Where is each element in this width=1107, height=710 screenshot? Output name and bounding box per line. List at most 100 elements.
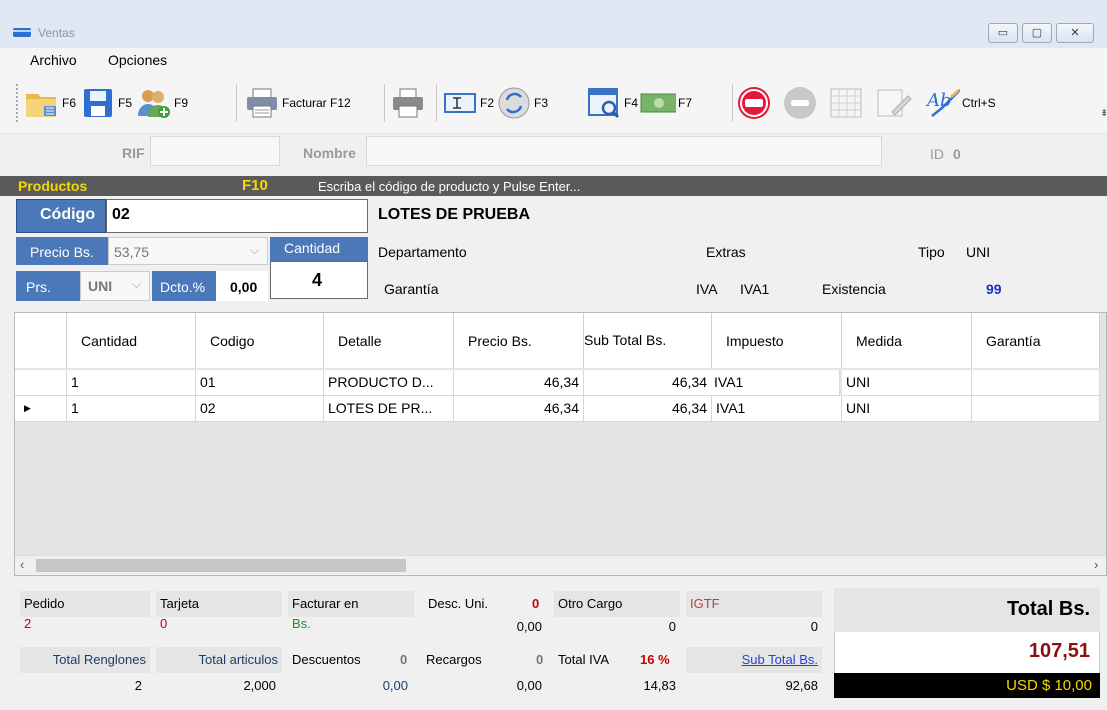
svg-text:Ab: Ab <box>925 90 952 111</box>
prs-label: Prs. <box>26 279 51 295</box>
table-cell[interactable]: IVA1 <box>710 370 840 396</box>
table-cell[interactable]: PRODUCTO D... <box>324 370 454 396</box>
col-precio[interactable]: Precio Bs. <box>454 313 584 368</box>
text-field-icon <box>442 85 478 121</box>
remove-red-icon <box>736 85 772 121</box>
table-cell[interactable]: 46,34 <box>584 396 712 422</box>
col-codigo[interactable]: Codigo <box>196 313 324 368</box>
open-button[interactable]: F6 <box>24 84 76 122</box>
table-cell[interactable]: 46,34 <box>454 396 584 422</box>
table-cell[interactable]: 46,34 <box>454 370 584 396</box>
floppy-disk-icon <box>80 85 116 121</box>
subtotal-link[interactable]: Sub Total Bs. <box>686 647 822 673</box>
descuentos-count: 0 <box>400 652 408 667</box>
id-value: 0 <box>953 146 961 162</box>
close-button[interactable]: ✕ <box>1056 23 1094 43</box>
nombre-label: Nombre <box>303 145 356 161</box>
table-cell[interactable]: 02 <box>196 396 324 422</box>
table-cell[interactable] <box>972 370 1100 396</box>
app-icon <box>12 25 32 39</box>
tipo-label: Tipo <box>918 244 945 260</box>
row-header-corner <box>15 313 67 368</box>
table-cell[interactable]: 01 <box>196 370 324 396</box>
chevron-down-icon[interactable]: ⌵ <box>132 277 141 292</box>
table-cell[interactable]: UNI <box>842 396 972 422</box>
subtotal-value: 92,68 <box>785 678 818 693</box>
col-detalle[interactable]: Detalle <box>324 313 454 368</box>
col-garantia[interactable]: Garantía <box>972 313 1100 368</box>
facturar-en-value: Bs. <box>292 616 311 631</box>
total-renglones-label: Total Renglones <box>20 647 150 673</box>
scrollbar-thumb[interactable] <box>36 559 406 572</box>
facturar-button[interactable]: Facturar F12 <box>244 84 351 122</box>
row-selector[interactable] <box>15 370 67 396</box>
remove-disabled-button[interactable] <box>782 84 818 122</box>
toolbar-separator <box>384 84 385 122</box>
col-impuesto[interactable]: Impuesto <box>712 313 842 368</box>
printer-icon <box>390 85 426 121</box>
nombre-input[interactable] <box>366 136 882 166</box>
recargos-label: Recargos <box>426 652 482 667</box>
add-client-button[interactable]: F9 <box>136 84 188 122</box>
table-cell[interactable]: LOTES DE PR... <box>324 396 454 422</box>
remove-grey-icon <box>782 85 818 121</box>
add-users-icon <box>136 85 172 121</box>
toolbar-overflow-icon[interactable]: ⇟ <box>1100 108 1107 119</box>
window-title: Ventas <box>38 26 75 40</box>
rif-input[interactable] <box>150 136 280 166</box>
menu-opciones[interactable]: Opciones <box>108 52 167 68</box>
extras-label: Extras <box>706 244 746 260</box>
descuentos-label: Descuentos <box>292 652 361 667</box>
grid-button[interactable] <box>828 84 864 122</box>
refresh-button[interactable]: F3 <box>496 84 548 122</box>
chevron-down-icon[interactable]: ⌵ <box>250 243 259 258</box>
productos-label: Productos <box>18 178 88 194</box>
cash-button[interactable]: F7 <box>640 84 692 122</box>
id-label: ID <box>930 146 944 162</box>
folder-icon <box>24 85 60 121</box>
existencia-value: 99 <box>986 281 1002 297</box>
codigo-input[interactable]: 02 <box>112 206 130 224</box>
print-button[interactable] <box>390 84 426 122</box>
igtf-value: 0 <box>810 619 818 634</box>
edit-disabled-button[interactable] <box>876 84 912 122</box>
col-cantidad[interactable]: Cantidad <box>67 313 196 368</box>
productos-hotkey: F10 <box>242 177 268 194</box>
toolbar-grip[interactable] <box>16 84 18 122</box>
pedido-value: 2 <box>24 616 32 631</box>
precio-value: 53,75 <box>114 244 150 260</box>
scroll-right-icon[interactable]: › <box>1094 557 1098 572</box>
product-name: LOTES DE PRUEBA <box>378 206 531 223</box>
table-cell[interactable]: IVA1 <box>712 396 842 422</box>
table-cell[interactable]: UNI <box>842 370 972 396</box>
departamento-label: Departamento <box>378 244 467 260</box>
save-button[interactable]: F5 <box>80 84 132 122</box>
menu-archivo[interactable]: Archivo <box>30 52 77 68</box>
row-selector[interactable] <box>15 396 67 422</box>
table-icon <box>828 85 864 121</box>
search-button[interactable]: F4 <box>586 84 638 122</box>
toolbar-separator <box>236 84 237 122</box>
table-cell[interactable]: 1 <box>67 370 196 396</box>
table-cell[interactable]: 1 <box>67 396 196 422</box>
minimize-button[interactable]: ▭ <box>988 23 1018 43</box>
tipo-value: UNI <box>966 244 991 260</box>
table-cell[interactable]: 46,34 <box>584 370 712 396</box>
edit-field-button[interactable]: F2 <box>442 84 494 122</box>
table-cell[interactable] <box>972 396 1100 422</box>
spell-check-button[interactable]: Ab Ctrl+S <box>924 84 996 122</box>
existencia-label: Existencia <box>822 281 886 297</box>
delete-button[interactable] <box>736 84 772 122</box>
tarjeta-label: Tarjeta <box>156 591 282 617</box>
col-medida[interactable]: Medida <box>842 313 972 368</box>
col-subtotal[interactable]: Sub Total Bs. <box>584 332 674 349</box>
recargos-value: 0,00 <box>516 678 542 693</box>
scroll-left-icon[interactable]: ‹ <box>20 557 24 572</box>
cantidad-label: Cantidad <box>284 240 341 256</box>
dcto-value: 0,00 <box>230 279 258 295</box>
total-renglones-value: 2 <box>134 678 142 693</box>
precio-label: Precio Bs. <box>30 244 94 260</box>
maximize-button[interactable]: ▢ <box>1022 23 1052 43</box>
total-articulos-label: Total articulos <box>156 647 282 673</box>
iva-label: IVA <box>696 281 718 297</box>
